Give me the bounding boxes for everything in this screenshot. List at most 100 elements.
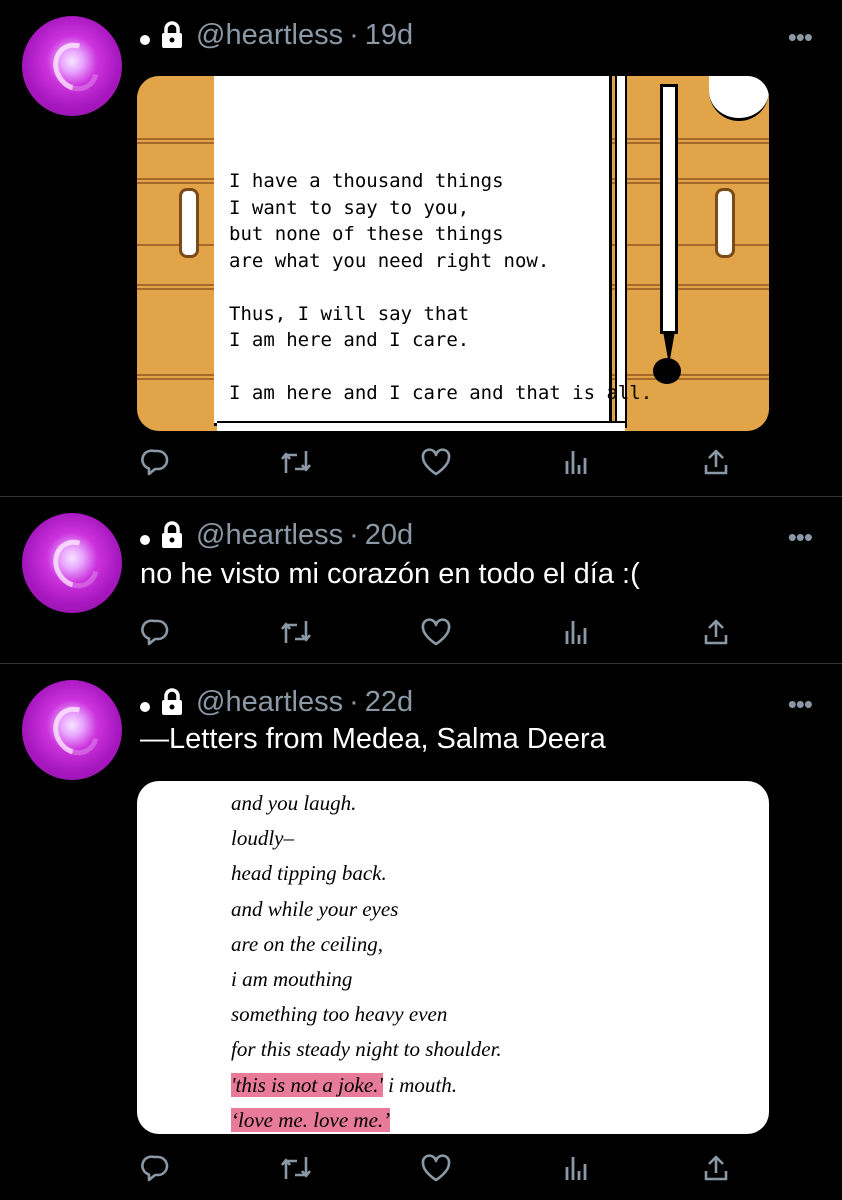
separator: ·: [349, 685, 359, 718]
tweet-divider: [0, 496, 842, 497]
line-text: for this steady night to shoulder.: [231, 1037, 502, 1062]
tweet-divider: [0, 663, 842, 664]
tweet-header: @heartless · 22d: [140, 684, 413, 720]
reply-button[interactable]: [136, 1148, 176, 1188]
share-icon: [704, 619, 728, 645]
lock-icon: [162, 688, 182, 715]
like-button[interactable]: [416, 442, 456, 482]
book-line: loudly–: [231, 826, 294, 851]
tweet-actions: [0, 1148, 842, 1188]
pen-icon: [660, 84, 678, 334]
display-name-dot: [140, 35, 150, 45]
reply-icon: [141, 619, 169, 646]
tweet-actions: [0, 442, 842, 482]
more-icon[interactable]: •••: [788, 22, 813, 53]
letter-line: I have a thousand things: [229, 170, 504, 192]
retweet-icon: [280, 1157, 312, 1179]
avatar[interactable]: [22, 16, 122, 116]
letter-line: [229, 354, 652, 381]
retweet-icon: [280, 621, 312, 643]
reply-icon: [141, 1155, 169, 1182]
share-icon: [704, 449, 728, 475]
separator: ·: [349, 18, 359, 51]
user-handle[interactable]: @heartless: [196, 19, 343, 52]
book-line: head tipping back.: [231, 861, 387, 886]
line-text: head tipping back.: [231, 861, 387, 886]
lock-icon: [162, 21, 182, 48]
letter-line: I want to say to you,: [229, 196, 470, 219]
retweet-button[interactable]: [276, 612, 316, 652]
like-icon: [421, 618, 451, 646]
line-text: i mouth.: [382, 1072, 457, 1097]
analytics-button[interactable]: [556, 1148, 596, 1188]
like-icon: [421, 448, 451, 476]
tweet-age[interactable]: 20d: [365, 519, 413, 552]
line-text: loudly–: [231, 826, 294, 851]
tweet-media-image[interactable]: and you laugh. loudly– head tipping back. a…: [137, 781, 769, 1134]
lock-icon: [162, 521, 182, 548]
highlighted-text: 'this is not a joke.': [231, 1072, 383, 1097]
separator: ·: [349, 518, 359, 551]
like-icon: [421, 1154, 451, 1182]
letter-line: [229, 274, 652, 301]
ink-blot: [653, 358, 681, 384]
share-button[interactable]: [696, 442, 736, 482]
paperclip-left: [179, 188, 199, 258]
letter-line: are what you need right now.: [229, 249, 550, 272]
book-line: something too heavy even: [231, 1002, 447, 1027]
analytics-icon: [565, 621, 587, 644]
line-text: and while your eyes: [231, 896, 399, 921]
line-text: i am mouthing: [231, 967, 353, 991]
analytics-button[interactable]: [556, 612, 596, 652]
book-line: are on the ceiling,: [231, 932, 383, 957]
tweet-age[interactable]: 22d: [365, 686, 413, 719]
book-line: 'this is not a joke.' i mouth.: [231, 1072, 457, 1098]
avatar[interactable]: [22, 680, 122, 780]
book-line: ‘love me. love me.’: [231, 1107, 391, 1133]
tweet-header: @heartless · 20d: [140, 517, 413, 553]
display-name-dot: [140, 535, 150, 545]
user-handle[interactable]: @heartless: [196, 686, 343, 719]
pixel-letter-art: I have a thousand things I want to say to…: [137, 76, 769, 431]
like-button[interactable]: [416, 612, 456, 652]
analytics-icon: [565, 451, 587, 474]
letter-line: I am here and I care and that is all.: [229, 382, 653, 404]
reply-button[interactable]: [136, 612, 176, 652]
book-line: and you laugh.: [231, 791, 356, 816]
more-icon[interactable]: •••: [788, 689, 813, 720]
letter-line: I am here and I care.: [229, 329, 470, 351]
avatar[interactable]: [22, 513, 122, 613]
paperclip-right: [715, 188, 735, 258]
letter-text: I have a thousand things I want to say to…: [229, 168, 652, 407]
retweet-button[interactable]: [276, 1148, 316, 1188]
retweet-button[interactable]: [276, 442, 316, 482]
analytics-icon: [565, 1157, 587, 1180]
display-name-dot: [140, 702, 150, 712]
highlighted-text: ‘love me. love me.’: [231, 1107, 391, 1132]
tweet-age[interactable]: 19d: [365, 19, 413, 52]
tweet-text: no he visto mi corazón en todo el día :(: [140, 558, 640, 590]
book-page: and you laugh. loudly– head tipping back. a…: [137, 781, 769, 1134]
letter-line: but none of these things: [229, 223, 504, 245]
book-line: and while your eyes: [231, 897, 398, 922]
analytics-button[interactable]: [556, 442, 596, 482]
moon-shape: [709, 76, 769, 121]
letter-line: Thus, I will say that: [229, 302, 470, 325]
share-button[interactable]: [696, 1148, 736, 1188]
tweet-header: @heartless · 19d: [140, 17, 413, 53]
tweet-actions: [0, 612, 842, 652]
share-icon: [704, 1155, 728, 1181]
line-text: and you laugh.: [231, 791, 357, 815]
reply-icon: [141, 449, 169, 476]
line-text: something too heavy even: [231, 1002, 448, 1027]
more-icon[interactable]: •••: [788, 522, 813, 553]
reply-button[interactable]: [136, 442, 176, 482]
line-text: are on the ceiling,: [231, 931, 384, 956]
tweet-text: —Letters from Medea, Salma Deera: [140, 723, 606, 755]
book-line: for this steady night to shoulder.: [231, 1037, 502, 1062]
retweet-icon: [280, 451, 312, 473]
share-button[interactable]: [696, 612, 736, 652]
like-button[interactable]: [416, 1148, 456, 1188]
user-handle[interactable]: @heartless: [196, 519, 343, 552]
tweet-media-image[interactable]: I have a thousand things I want to say to…: [137, 76, 769, 431]
